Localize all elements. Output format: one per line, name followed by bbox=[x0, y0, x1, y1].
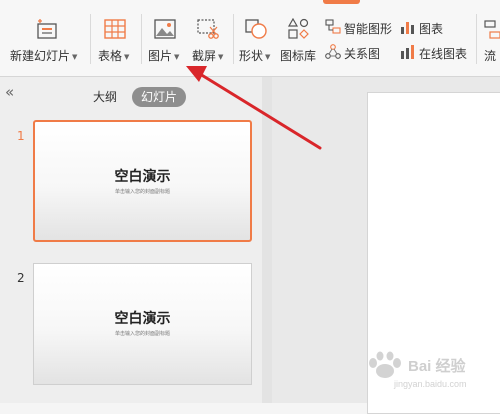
panel-scrollbar[interactable] bbox=[262, 77, 272, 403]
slide-thumbnail-panel: « 大纲 幻灯片 1 空白演示 单击输入您的封面副标题 2 空白演示 单击输入您… bbox=[0, 77, 263, 403]
flowchart-label: 流 bbox=[484, 49, 497, 63]
tab-outline[interactable]: 大纲 bbox=[82, 87, 128, 107]
online-chart-icon bbox=[401, 45, 414, 59]
screenshot-label: 截屏 bbox=[192, 49, 217, 63]
paw-logo-icon bbox=[369, 351, 401, 378]
chart-button[interactable]: 图表 bbox=[400, 18, 460, 38]
dropdown-caret-icon: ▼ bbox=[218, 53, 224, 61]
slide-subtitle: 单击输入您的封面副标题 bbox=[114, 189, 170, 195]
icon-library-icon bbox=[287, 18, 309, 39]
table-icon bbox=[104, 19, 126, 39]
flowchart-icon bbox=[484, 20, 500, 39]
ribbon-separator bbox=[233, 14, 234, 64]
screenshot-icon bbox=[197, 19, 219, 39]
shape-label: 形状 bbox=[239, 49, 264, 63]
shape-icon bbox=[245, 19, 267, 39]
relation-graph-button[interactable]: 关系图 bbox=[325, 43, 395, 63]
dropdown-caret-icon: ▼ bbox=[265, 53, 271, 61]
online-chart-label: 在线图表 bbox=[419, 47, 468, 61]
relation-graph-label: 关系图 bbox=[344, 47, 381, 61]
dropdown-caret-icon: ▼ bbox=[72, 53, 78, 61]
dropdown-caret-icon: ▼ bbox=[124, 53, 130, 61]
picture-button[interactable]: 图片 ▼ bbox=[145, 14, 187, 70]
slide-title: 空白演示 bbox=[114, 311, 171, 327]
watermark-url: jingyan.baidu.com bbox=[394, 379, 467, 389]
ribbon-separator bbox=[476, 14, 477, 64]
shape-button[interactable]: 形状 ▼ bbox=[236, 14, 276, 70]
slide-number: 1 bbox=[17, 129, 25, 143]
ribbon-toolbar: 新建幻灯片 ▼ 表格 ▼ 图片 ▼ 截屏 ▼ 形状 ▼ 图标库 智能图形 关系图… bbox=[0, 0, 500, 77]
icon-library-label: 图标库 bbox=[280, 49, 317, 63]
dropdown-caret-icon: ▼ bbox=[174, 53, 180, 61]
screenshot-button[interactable]: 截屏 ▼ bbox=[188, 14, 230, 70]
smart-graphic-icon bbox=[325, 19, 341, 34]
flowchart-button[interactable]: 流 bbox=[480, 14, 500, 70]
new-slide-button[interactable]: 新建幻灯片 ▼ bbox=[6, 14, 84, 70]
slide-subtitle: 单击输入您的封面副标题 bbox=[114, 331, 170, 337]
tab-slides[interactable]: 幻灯片 bbox=[132, 87, 186, 107]
slide-thumbnail-1[interactable]: 空白演示 单击输入您的封面副标题 bbox=[33, 120, 252, 242]
baidu-watermark: Bai 经验 jingyan.baidu.com bbox=[358, 347, 498, 399]
new-slide-label: 新建幻灯片 bbox=[10, 49, 71, 63]
collapse-panel-icon[interactable]: « bbox=[5, 83, 14, 101]
relation-graph-icon bbox=[325, 44, 341, 59]
icon-library-button[interactable]: 图标库 bbox=[278, 14, 320, 70]
chart-icon bbox=[401, 22, 414, 34]
slide-thumbnail-2[interactable]: 空白演示 单击输入您的封面副标题 bbox=[33, 263, 252, 385]
slide-number: 2 bbox=[17, 271, 25, 285]
picture-icon bbox=[154, 19, 176, 39]
smart-graphic-label: 智能图形 bbox=[344, 22, 393, 36]
online-chart-button[interactable]: 在线图表 bbox=[400, 43, 472, 63]
chart-label: 图表 bbox=[419, 22, 444, 36]
picture-label: 图片 bbox=[148, 49, 173, 63]
new-slide-icon bbox=[37, 19, 57, 39]
ribbon-separator bbox=[90, 14, 91, 64]
table-button[interactable]: 表格 ▼ bbox=[95, 14, 137, 70]
smart-graphic-button[interactable]: 智能图形 bbox=[325, 18, 395, 38]
active-tab-indicator bbox=[323, 0, 360, 4]
table-label: 表格 bbox=[98, 49, 123, 63]
slide-title: 空白演示 bbox=[114, 169, 171, 185]
watermark-text: Bai 经验 bbox=[408, 358, 466, 375]
ribbon-separator bbox=[141, 14, 142, 64]
